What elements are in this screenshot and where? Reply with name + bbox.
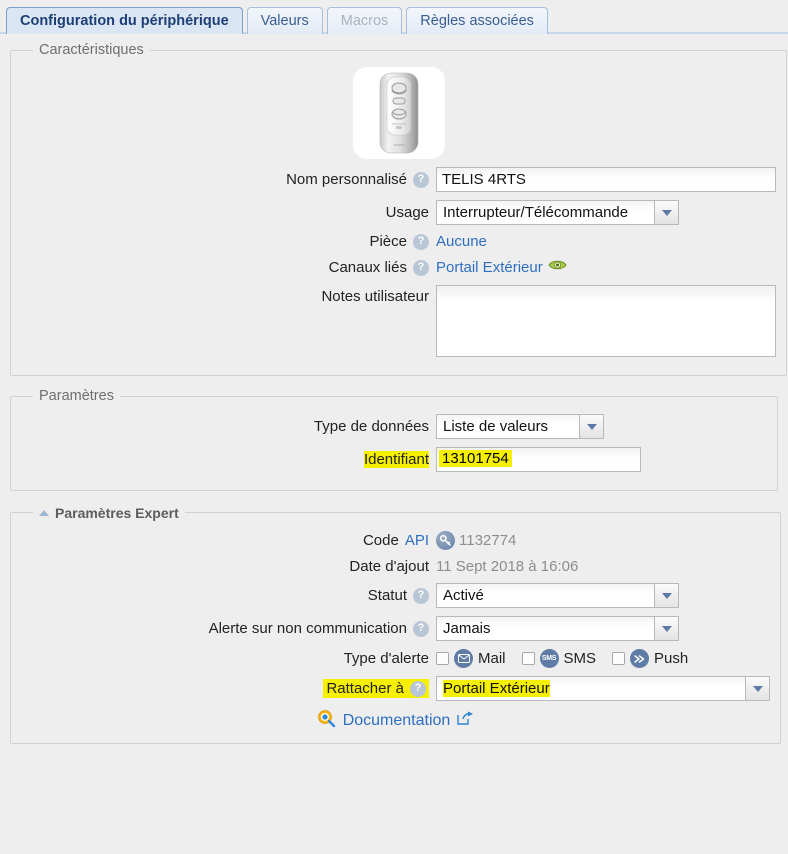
- help-icon[interactable]: ?: [413, 234, 429, 250]
- checkbox-sms[interactable]: [522, 652, 535, 665]
- api-link[interactable]: API: [405, 532, 429, 549]
- device-configuration-page: Configuration du périphérique Valeurs Ma…: [0, 0, 788, 854]
- tab-label: Configuration du périphérique: [20, 13, 229, 29]
- row-code-api: Code API 1132774: [21, 531, 770, 550]
- label-type-de-donnees: Type de données: [21, 418, 436, 435]
- key-icon: [436, 531, 455, 550]
- statut-select-value: Activé: [436, 583, 654, 608]
- chevron-down-icon[interactable]: [654, 583, 679, 608]
- panel-caracteristiques-legend: Caractéristiques: [33, 42, 150, 58]
- label-sms: SMS: [564, 650, 597, 667]
- checkbox-mail[interactable]: [436, 652, 449, 665]
- documentation-search-icon: [317, 709, 336, 733]
- tab-regles-associees[interactable]: Règles associées: [406, 7, 548, 34]
- alerte-select-value: Jamais: [436, 616, 654, 641]
- tab-bar: Configuration du périphérique Valeurs Ma…: [0, 0, 788, 34]
- label-type-alerte: Type d'alerte: [21, 650, 436, 667]
- tab-label: Valeurs: [261, 13, 309, 29]
- alerte-select[interactable]: Jamais: [436, 616, 679, 641]
- label-canaux-lies: Canaux liés ?: [21, 259, 436, 276]
- eye-icon[interactable]: [548, 258, 567, 277]
- panel-parametres: Paramètres Type de données Liste de vale…: [10, 388, 778, 491]
- label-mail: Mail: [478, 650, 506, 667]
- row-statut: Statut ? Activé: [21, 583, 770, 608]
- label-nom-personnalise: Nom personnalisé ?: [21, 171, 436, 188]
- label-usage: Usage: [21, 204, 436, 221]
- panel-parametres-expert-legend: Paramètres Expert: [33, 503, 185, 521]
- label-date-ajout: Date d'ajout: [21, 558, 436, 575]
- row-alerte-non-communication: Alerte sur non communication ? Jamais: [21, 616, 770, 641]
- label-piece: Pièce ?: [21, 233, 436, 250]
- canaux-lies-link[interactable]: Portail Extérieur: [436, 259, 543, 276]
- row-rattacher-a: Rattacher à ? Portail Extérieur: [21, 676, 770, 701]
- nom-personnalise-input[interactable]: [436, 167, 776, 192]
- row-piece: Pièce ? Aucune: [21, 233, 776, 250]
- remote-control-icon: somfy: [368, 71, 430, 155]
- help-icon[interactable]: ?: [413, 260, 429, 276]
- row-nom-personnalise: Nom personnalisé ?: [21, 167, 776, 192]
- panel-parametres-expert: Paramètres Expert Code API 1132774 Date …: [10, 503, 781, 744]
- device-thumbnail: somfy: [353, 67, 445, 159]
- panel-parametres-legend: Paramètres: [33, 388, 120, 404]
- statut-select[interactable]: Activé: [436, 583, 679, 608]
- tab-label: Règles associées: [420, 13, 534, 29]
- row-identifiant: Identifiant 13101754: [21, 447, 767, 472]
- panel-caracteristiques: Caractéristiques: [10, 42, 787, 376]
- row-date-ajout: Date d'ajout 11 Sept 2018 à 16:06: [21, 558, 770, 575]
- chevron-down-icon[interactable]: [654, 200, 679, 225]
- label-statut: Statut ?: [21, 587, 436, 604]
- date-ajout-value: 11 Sept 2018 à 16:06: [436, 558, 578, 575]
- chevron-down-icon[interactable]: [654, 616, 679, 641]
- rattacher-a-select[interactable]: Portail Extérieur: [436, 676, 770, 701]
- label-identifiant: Identifiant: [21, 451, 436, 468]
- identifiant-field-wrap: 13101754: [436, 447, 641, 472]
- documentation-link[interactable]: Documentation: [343, 712, 451, 730]
- row-documentation: Documentation: [21, 709, 770, 733]
- help-icon[interactable]: ?: [413, 621, 429, 637]
- chevron-down-icon[interactable]: [745, 676, 770, 701]
- code-api-value: 1132774: [459, 532, 516, 549]
- mail-icon: [454, 649, 473, 668]
- label-code-api: Code API: [21, 532, 436, 549]
- checkbox-push[interactable]: [612, 652, 625, 665]
- piece-link[interactable]: Aucune: [436, 233, 487, 250]
- chevron-down-icon[interactable]: [579, 414, 604, 439]
- tab-macros: Macros: [327, 7, 403, 34]
- row-type-de-donnees: Type de données Liste de valeurs: [21, 414, 767, 439]
- sms-icon: SMS: [540, 649, 559, 668]
- tab-configuration-du-peripherique[interactable]: Configuration du périphérique: [6, 7, 243, 34]
- tab-valeurs[interactable]: Valeurs: [247, 7, 323, 34]
- row-canaux-lies: Canaux liés ? Portail Extérieur: [21, 258, 776, 277]
- row-type-alerte: Type d'alerte Mail SMS SMS: [21, 649, 770, 668]
- label-rattacher-a: Rattacher à ?: [21, 679, 436, 698]
- type-de-donnees-select[interactable]: Liste de valeurs: [436, 414, 604, 439]
- label-push: Push: [654, 650, 688, 667]
- usage-select[interactable]: Interrupteur/Télécommande: [436, 200, 679, 225]
- usage-select-value: Interrupteur/Télécommande: [436, 200, 654, 225]
- tab-label: Macros: [341, 13, 389, 29]
- external-link-icon[interactable]: [457, 711, 474, 731]
- type-alerte-options: Mail SMS SMS Push: [436, 649, 688, 668]
- help-icon[interactable]: ?: [413, 588, 429, 604]
- row-notes-utilisateur: Notes utilisateur: [21, 285, 776, 357]
- label-notes-utilisateur: Notes utilisateur: [21, 285, 436, 305]
- svg-text:somfy: somfy: [393, 142, 404, 147]
- type-de-donnees-value: Liste de valeurs: [436, 414, 579, 439]
- collapse-triangle-icon[interactable]: [39, 510, 49, 516]
- help-icon[interactable]: ?: [413, 172, 429, 188]
- row-usage: Usage Interrupteur/Télécommande: [21, 200, 776, 225]
- notes-utilisateur-textarea[interactable]: [436, 285, 776, 357]
- rattacher-a-value: Portail Extérieur: [436, 676, 745, 701]
- label-alerte-non-communication: Alerte sur non communication ?: [21, 620, 436, 637]
- device-image-row: somfy: [21, 58, 776, 167]
- identifiant-input[interactable]: [436, 447, 641, 472]
- push-icon: [630, 649, 649, 668]
- help-icon[interactable]: ?: [410, 681, 426, 697]
